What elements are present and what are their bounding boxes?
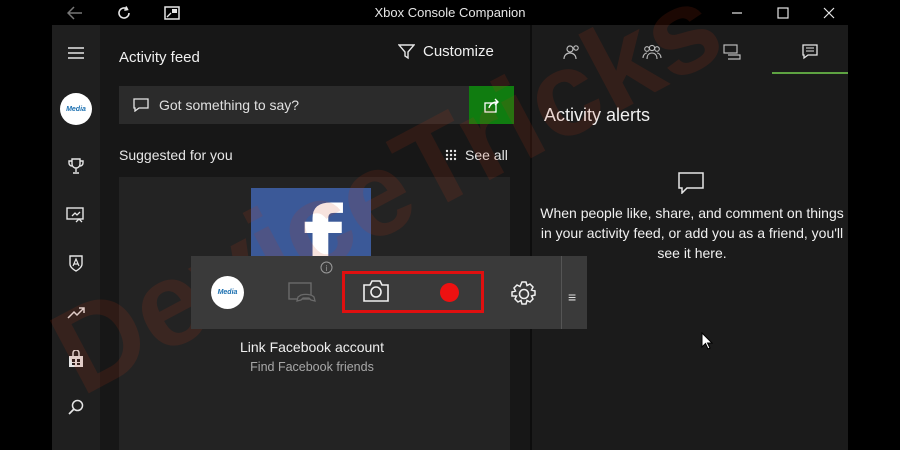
active-tab-indicator xyxy=(772,72,848,74)
suggested-heading: Suggested for you xyxy=(119,147,233,163)
alerts-empty-message: When people like, share, and comment on … xyxy=(540,205,844,261)
gamebar-avatar-text: Media xyxy=(217,289,238,296)
facebook-logo-letter: f xyxy=(303,188,343,259)
trophy-icon[interactable] xyxy=(52,148,100,184)
title-bar: Xbox Console Companion xyxy=(52,0,848,25)
maximize-icon[interactable] xyxy=(768,0,798,25)
camera-icon[interactable] xyxy=(362,279,390,308)
profile-avatar[interactable]: Media xyxy=(52,91,100,127)
post-input-placeholder: Got something to say? xyxy=(159,97,300,113)
achievement-shield-icon[interactable] xyxy=(52,245,100,281)
filter-icon xyxy=(398,43,415,59)
info-icon[interactable]: i xyxy=(320,261,333,279)
gear-icon[interactable] xyxy=(510,280,538,313)
store-icon[interactable] xyxy=(52,341,100,377)
mouse-cursor xyxy=(701,331,714,355)
comment-icon xyxy=(133,98,149,112)
share-button[interactable] xyxy=(469,86,514,124)
search-icon[interactable] xyxy=(52,389,100,425)
gamebar-separator xyxy=(561,256,562,329)
link-facebook-label[interactable]: Link Facebook account xyxy=(119,339,505,355)
alerts-title: Activity alerts xyxy=(544,105,651,125)
activity-alerts-pane: Activity alerts When people like, share,… xyxy=(532,25,848,450)
info-glyph: i xyxy=(325,264,327,273)
hamburger-menu-icon[interactable] xyxy=(52,35,100,71)
game-bar: Media i ≡ xyxy=(191,256,587,329)
avatar: Media xyxy=(60,93,92,125)
facebook-logo: f xyxy=(251,188,371,258)
minimize-icon[interactable] xyxy=(722,0,752,25)
grid-icon xyxy=(445,149,457,161)
messages-icon[interactable] xyxy=(712,37,752,67)
activity-alerts-icon[interactable] xyxy=(790,37,830,67)
find-friends-label: Find Facebook friends xyxy=(250,360,374,374)
close-icon[interactable] xyxy=(814,0,844,25)
xbox-controller-icon[interactable] xyxy=(287,281,317,308)
page-title: Activity feed xyxy=(119,49,200,66)
game-dvr-icon[interactable] xyxy=(52,197,100,233)
record-icon[interactable] xyxy=(440,283,459,302)
comment-bubble-icon xyxy=(678,172,704,199)
drag-handle-glyph: ≡ xyxy=(568,289,577,305)
customize-label: Customize xyxy=(423,43,494,60)
party-icon[interactable] xyxy=(632,37,672,67)
gamebar-avatar[interactable]: Media xyxy=(211,276,244,309)
friends-icon[interactable] xyxy=(552,37,592,67)
gamebar-drag-handle[interactable]: ≡ xyxy=(568,289,576,307)
activity-feed-pane: Activity feed Customize Got something to… xyxy=(100,25,530,450)
see-all-link[interactable]: See all xyxy=(445,147,508,163)
navigation-rail: Media xyxy=(52,25,100,450)
trending-icon[interactable] xyxy=(52,294,100,330)
customize-button[interactable]: Customize xyxy=(398,43,494,60)
see-all-label: See all xyxy=(465,147,508,163)
post-input[interactable]: Got something to say? xyxy=(119,86,469,124)
share-icon xyxy=(483,98,499,113)
